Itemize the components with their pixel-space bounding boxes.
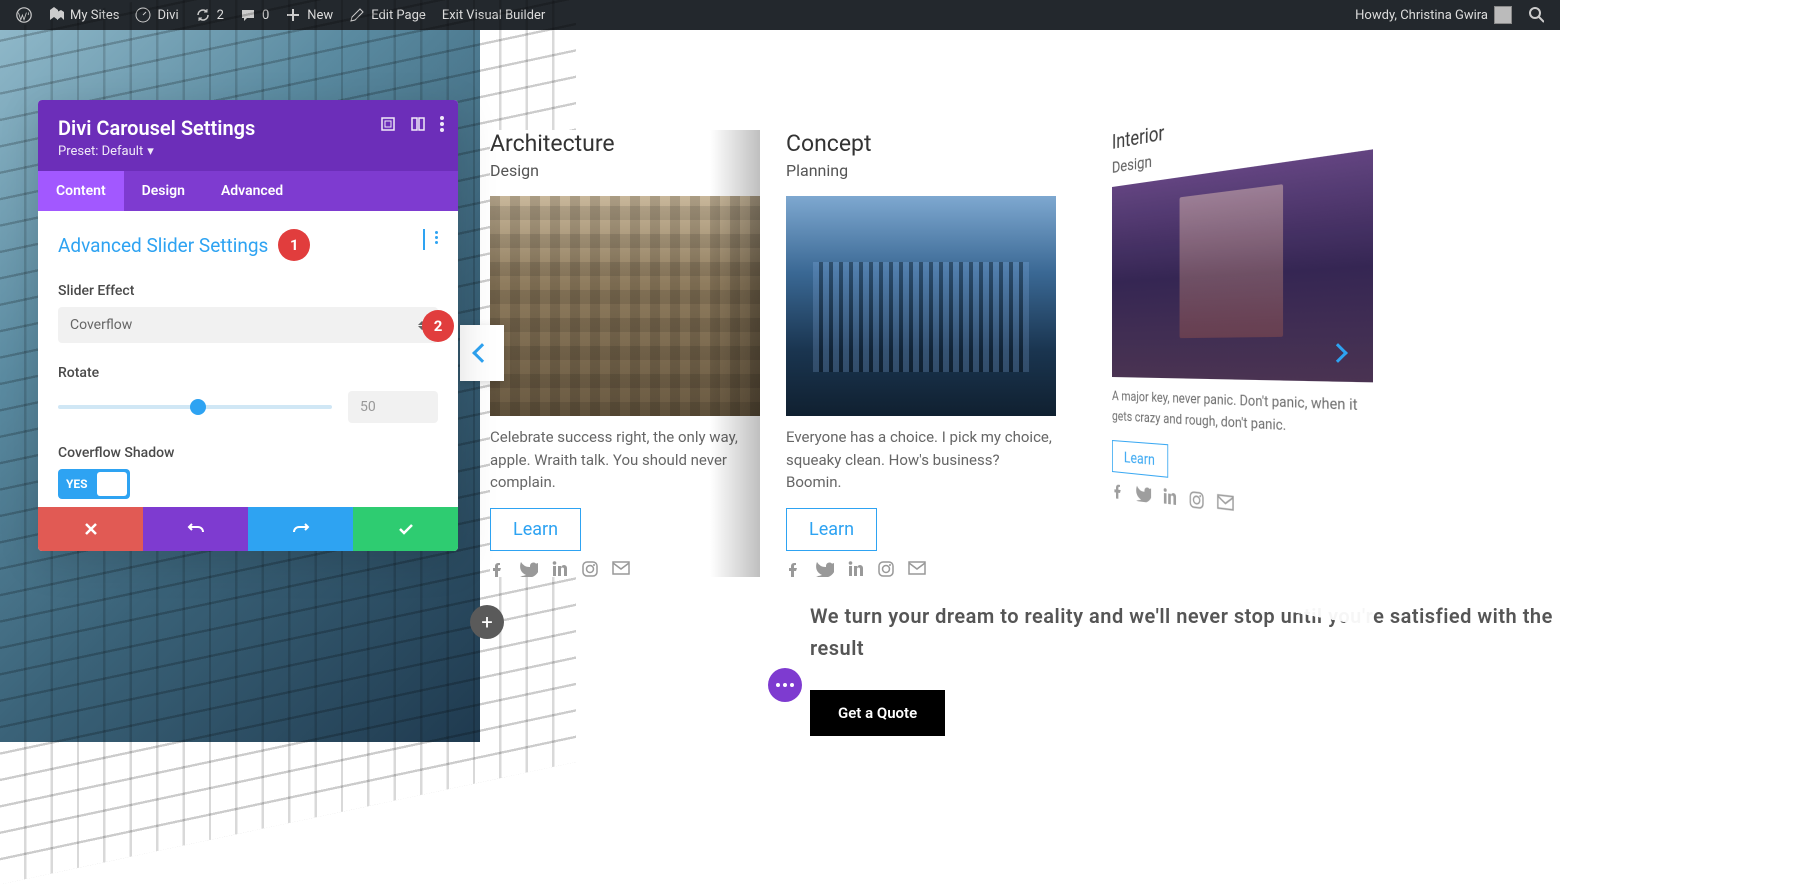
instagram-icon[interactable] — [582, 561, 598, 577]
panel-tabs: Content Design Advanced — [38, 171, 458, 211]
learn-button[interactable]: Learn — [786, 508, 877, 551]
panel-body: Advanced Slider Settings 1 Slider Effect… — [38, 211, 458, 507]
user-avatar-icon — [1494, 6, 1512, 24]
annotation-badge-1: 1 — [278, 229, 310, 261]
coverflow-shadow-label: Coverflow Shadow — [58, 445, 438, 461]
admin-search[interactable] — [1520, 0, 1552, 30]
section-more-icon[interactable] — [435, 231, 438, 250]
search-icon — [1528, 7, 1544, 23]
tab-design[interactable]: Design — [124, 171, 203, 211]
annotation-badge-2: 2 — [422, 310, 454, 342]
rotate-label: Rotate — [58, 365, 438, 381]
save-button[interactable] — [353, 507, 458, 551]
linkedin-icon[interactable] — [552, 561, 568, 577]
section-advanced-slider[interactable]: Advanced Slider Settings 1 — [58, 229, 438, 261]
card-text: Celebrate success right, the only way, a… — [490, 426, 760, 494]
tab-advanced[interactable]: Advanced — [203, 171, 301, 211]
collapse-icon[interactable] — [423, 231, 425, 250]
snap-icon[interactable] — [410, 116, 426, 132]
slider-effect-value: Coverflow — [70, 317, 132, 333]
rotate-slider[interactable] — [58, 405, 332, 409]
field-slider-effect: Slider Effect Coverflow — [58, 283, 438, 343]
carousel: Architecture Design Celebrate success ri… — [480, 130, 1560, 577]
carousel-card-concept: Concept Planning Everyone has a choice. … — [786, 130, 1056, 577]
twitter-icon[interactable] — [520, 561, 538, 577]
instagram-icon[interactable] — [878, 561, 894, 577]
card-image — [490, 196, 760, 416]
facebook-icon[interactable] — [786, 561, 802, 577]
wordpress-icon — [16, 7, 32, 23]
toggle-knob — [97, 472, 127, 496]
slider-effect-label: Slider Effect — [58, 283, 438, 299]
chevron-right-icon — [1328, 343, 1348, 363]
get-quote-button[interactable]: Get a Quote — [810, 690, 945, 736]
card-text: Everyone has a choice. I pick my choice,… — [786, 426, 1056, 494]
carousel-prev-button[interactable] — [460, 325, 504, 381]
card-title: Architecture — [490, 130, 760, 157]
coverflow-shadow-toggle[interactable]: YES — [58, 469, 130, 499]
add-section-button[interactable]: + — [470, 605, 504, 639]
expand-icon[interactable] — [380, 116, 396, 132]
card-image — [786, 196, 1056, 416]
cancel-button[interactable] — [38, 507, 143, 551]
twitter-icon[interactable] — [816, 561, 834, 577]
mail-icon[interactable] — [612, 561, 630, 577]
carousel-card-architecture: Architecture Design Celebrate success ri… — [490, 130, 760, 577]
more-icon[interactable] — [440, 116, 444, 132]
howdy-label: Howdy, Christina Gwira — [1355, 8, 1488, 23]
instagram-icon[interactable] — [1189, 491, 1204, 510]
card-socials — [1112, 482, 1373, 531]
panel-preset[interactable]: Preset: Default▾ — [58, 144, 438, 159]
panel-header[interactable]: Divi Carousel Settings Preset: Default▾ — [38, 100, 458, 171]
card-socials — [490, 561, 760, 577]
learn-button[interactable]: Learn — [1112, 440, 1168, 478]
carousel-next-button[interactable] — [1316, 325, 1360, 381]
field-coverflow-shadow: Coverflow Shadow YES — [58, 445, 438, 499]
tagline-text: We turn your dream to reality and we'll … — [810, 600, 1560, 664]
linkedin-icon[interactable] — [848, 561, 864, 577]
mail-icon[interactable] — [1217, 494, 1234, 514]
caret-down-icon: ▾ — [147, 144, 154, 159]
builder-more-button[interactable] — [768, 668, 802, 702]
panel-footer — [38, 507, 458, 551]
learn-button[interactable]: Learn — [490, 508, 581, 551]
facebook-icon[interactable] — [1112, 482, 1125, 500]
undo-button[interactable] — [143, 507, 248, 551]
linkedin-icon[interactable] — [1163, 488, 1177, 506]
field-rotate: Rotate 50 — [58, 365, 438, 423]
slider-effect-select[interactable]: Coverflow — [58, 307, 438, 343]
slider-thumb[interactable] — [190, 399, 206, 415]
card-subtitle: Planning — [786, 161, 1056, 180]
card-title: Concept — [786, 130, 1056, 157]
mail-icon[interactable] — [908, 561, 926, 577]
facebook-icon[interactable] — [490, 561, 506, 577]
plus-icon: + — [481, 610, 492, 634]
divi-settings-panel: Divi Carousel Settings Preset: Default▾ … — [38, 100, 458, 551]
howdy-user[interactable]: Howdy, Christina Gwira — [1347, 0, 1520, 30]
redo-button[interactable] — [248, 507, 353, 551]
rotate-value-input[interactable]: 50 — [348, 391, 438, 423]
card-text: A major key, never panic. Don't panic, w… — [1112, 387, 1373, 442]
card-socials — [786, 561, 1056, 577]
chevron-left-icon — [472, 343, 492, 363]
twitter-icon[interactable] — [1136, 485, 1151, 503]
card-subtitle: Design — [490, 161, 760, 180]
tab-content[interactable]: Content — [38, 171, 124, 211]
